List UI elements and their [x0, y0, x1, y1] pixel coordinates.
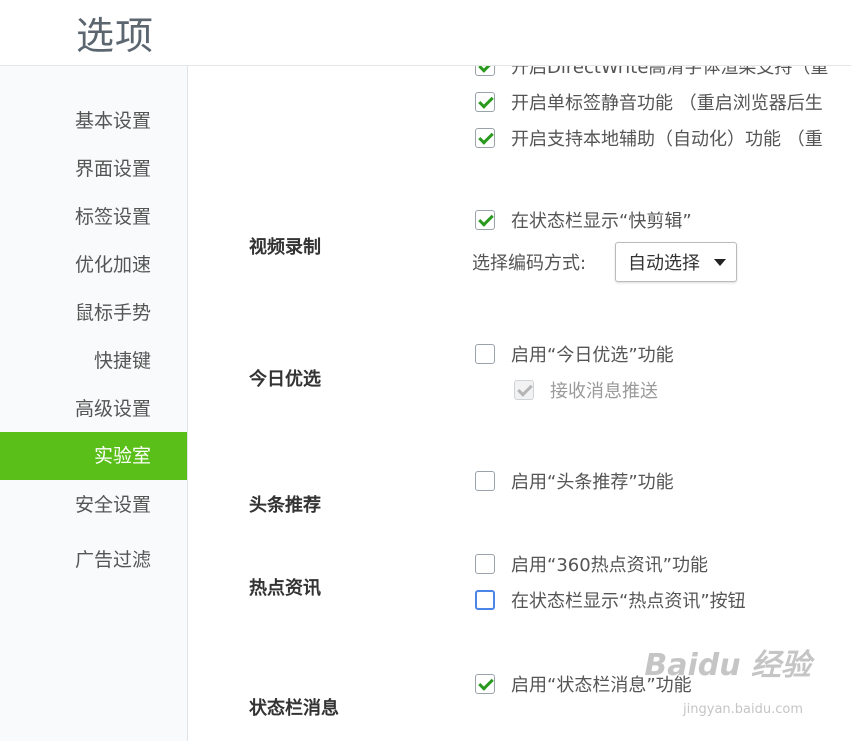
checkbox[interactable]: [475, 128, 495, 148]
checkbox: [514, 380, 534, 400]
checkbox[interactable]: [475, 66, 495, 76]
encode-select-value: 自动选择: [628, 253, 700, 274]
page-title: 选项: [76, 14, 155, 58]
sidebar: 基本设置 界面设置 标签设置 优化加速 鼠标手势 快捷键 高级设置 实验室 安全…: [0, 66, 188, 741]
option-label: 在状态栏显示“热点资讯”按钮: [511, 591, 746, 612]
section-today-label: 今日优选: [249, 369, 321, 390]
directwrite-option[interactable]: 开启DirectWrite高清字体渲染支持（重: [475, 66, 828, 78]
local-assist-option[interactable]: 开启支持本地辅助（自动化）功能 （重: [475, 126, 823, 150]
sidebar-item-security[interactable]: 安全设置: [75, 481, 151, 529]
section-hot-label: 热点资讯: [249, 578, 321, 599]
encode-select[interactable]: 自动选择: [615, 242, 737, 282]
section-video-label: 视频录制: [249, 237, 321, 258]
today-enable-option[interactable]: 启用“今日优选”功能: [475, 342, 674, 366]
header: 选项: [0, 0, 851, 66]
checkbox[interactable]: [475, 344, 495, 364]
option-label: 开启单标签静音功能 （重启浏览器后生: [511, 93, 823, 114]
sidebar-item-lab[interactable]: 实验室: [0, 432, 187, 480]
checkbox[interactable]: [475, 471, 495, 491]
sidebar-item-optimize[interactable]: 优化加速: [75, 241, 151, 289]
sidebar-item-advanced[interactable]: 高级设置: [75, 385, 151, 433]
section-headline-label: 头条推荐: [249, 495, 321, 516]
checkbox[interactable]: [475, 92, 495, 112]
option-label: 接收消息推送: [550, 381, 658, 402]
watermark: Baidu 经验: [644, 648, 811, 683]
option-label: 开启DirectWrite高清字体渲染支持（重: [511, 66, 829, 78]
sidebar-item-interface[interactable]: 界面设置: [75, 145, 151, 193]
sidebar-item-shortcuts[interactable]: 快捷键: [94, 337, 151, 385]
option-label: 启用“360热点资讯”功能: [511, 555, 709, 576]
section-statusbar-label: 状态栏消息: [249, 698, 339, 719]
option-label: 启用“头条推荐”功能: [511, 472, 674, 493]
checkbox[interactable]: [475, 674, 495, 694]
sidebar-item-tabs[interactable]: 标签设置: [75, 193, 151, 241]
encode-label: 选择编码方式:: [472, 253, 587, 274]
checkbox[interactable]: [475, 210, 495, 230]
tab-mute-option[interactable]: 开启单标签静音功能 （重启浏览器后生: [475, 90, 823, 114]
today-push-option: 接收消息推送: [514, 378, 658, 402]
option-label: 开启支持本地辅助（自动化）功能 （重: [511, 129, 823, 150]
hot-statusbar-option[interactable]: 在状态栏显示“热点资讯”按钮: [475, 588, 746, 612]
sidebar-item-basic[interactable]: 基本设置: [75, 97, 151, 145]
option-label: 在状态栏显示“快剪辑”: [511, 211, 692, 232]
hot-enable-option[interactable]: 启用“360热点资讯”功能: [475, 552, 708, 576]
checkbox[interactable]: [475, 554, 495, 574]
watermark-url: jingyan.baidu.com: [683, 702, 803, 717]
sidebar-item-gestures[interactable]: 鼠标手势: [75, 289, 151, 337]
video-quickclip-option[interactable]: 在状态栏显示“快剪辑”: [475, 208, 692, 232]
sidebar-item-adblock[interactable]: 广告过滤: [75, 536, 151, 584]
headline-enable-option[interactable]: 启用“头条推荐”功能: [475, 469, 674, 493]
chevron-down-icon: [714, 259, 726, 266]
checkbox[interactable]: [475, 590, 495, 610]
option-label: 启用“今日优选”功能: [511, 345, 674, 366]
